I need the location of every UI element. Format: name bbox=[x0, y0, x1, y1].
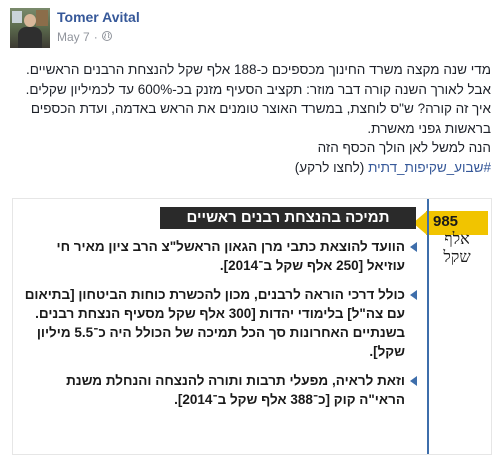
amount-badge-label: אלף שקל bbox=[443, 231, 471, 266]
post-header: Tomer Avital May 7 · bbox=[10, 8, 493, 48]
bullet-text: וזאת לראיה, מפעלי תרבות ותורה להנצחה והנ… bbox=[66, 373, 405, 407]
post-paragraph-4: הנה למשל לאן הולך הכסף הזה bbox=[317, 140, 491, 155]
bullet-arrow-icon bbox=[410, 376, 417, 386]
card-bullets: הוועד להוצאת כתבי מרן הגאון הראשל"צ הרב … bbox=[19, 237, 417, 419]
hashtag-link[interactable]: #שבוע_שקיפות_דתית bbox=[368, 160, 491, 175]
post-paragraph-2: אבל לאורך השנה קורה דבר מוזר: תקציב הסעי… bbox=[25, 81, 491, 97]
post-paragraph-3: איך זה קורה? ש"ס לוחצת, במשרד האוצר טומנ… bbox=[30, 101, 491, 136]
bullet-text: הוועד להוצאת כתבי מרן הגאון הראשל"צ הרב … bbox=[56, 239, 406, 273]
post-date[interactable]: May 7 bbox=[57, 30, 90, 44]
post-meta: May 7 · bbox=[57, 30, 112, 44]
bullet-arrow-icon bbox=[410, 290, 417, 300]
card-bullet: וזאת לראיה, מפעלי תרבות ותורה להנצחה והנ… bbox=[19, 371, 417, 409]
post-image[interactable]: 985 אלף שקל תמיכה בהנצחת רבנים ראשיים הו… bbox=[12, 198, 492, 455]
amount-badge-number: 985 bbox=[433, 213, 459, 230]
avatar-bookshelf bbox=[36, 10, 48, 26]
globe-icon bbox=[101, 30, 112, 44]
post-text: מדי שנה מקצה משרד החינוך מכספיכם כ-188 א… bbox=[12, 60, 491, 177]
card-bullet: הוועד להוצאת כתבי מרן הגאון הראשל"צ הרב … bbox=[19, 237, 417, 275]
click-hint: (לחצו לרקע) bbox=[294, 159, 365, 175]
author-name-link[interactable]: Tomer Avital bbox=[57, 9, 140, 25]
bullet-arrow-icon bbox=[410, 242, 417, 252]
post-paragraph-1: מדי שנה מקצה משרד החינוך מכספיכם כ-188 א… bbox=[25, 62, 491, 77]
avatar[interactable] bbox=[10, 8, 50, 48]
hashtag-line: #שבוע_שקיפות_דתית (לחצו לרקע) bbox=[12, 158, 491, 178]
bullet-text: כולל דרכי הוראה לרבנים, מכון להכשרת כוחו… bbox=[24, 287, 405, 359]
card-title: תמיכה בהנצחת רבנים ראשיים bbox=[160, 207, 416, 229]
avatar-head bbox=[24, 14, 36, 27]
avatar-flag bbox=[12, 11, 22, 23]
meta-separator: · bbox=[93, 30, 98, 44]
avatar-body bbox=[18, 27, 42, 48]
card-bullet: כולל דרכי הוראה לרבנים, מכון להכשרת כוחו… bbox=[19, 285, 417, 361]
